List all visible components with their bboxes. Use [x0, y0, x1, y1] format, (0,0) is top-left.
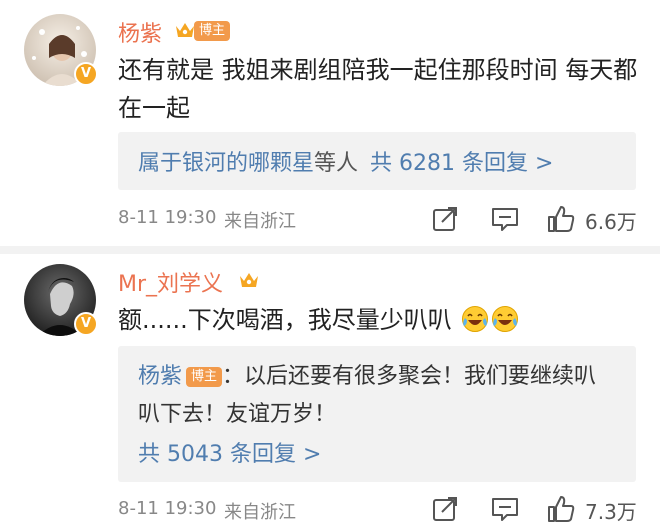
reply-usernames[interactable]: 属于银河的哪颗星 [138, 151, 314, 176]
reply-count-link[interactable]: 共 5043 条回复 > [138, 436, 321, 468]
crown-icon [240, 273, 258, 287]
like-count: 6.6万 [585, 210, 637, 234]
comment-actions: 6.6万 [430, 204, 640, 234]
author-badge: 博主 [194, 21, 231, 41]
comment-item: V Mr_刘学义 额......下次喝酒，我尽量少叭叭 杨紫 博主 ：以后还要有很多… [0, 250, 660, 525]
laugh-cry-emoji [492, 306, 519, 332]
comment-item: V 杨紫 博主 还有就是 我姐来剧组陪我一起住那段时间 每天都在一起 属于银河的… [0, 0, 660, 250]
like-icon[interactable] [546, 494, 576, 524]
share-icon[interactable] [430, 494, 460, 524]
author-badge: 博主 [186, 367, 223, 387]
verified-badge-icon: V [74, 62, 98, 86]
verified-badge-icon: V [74, 312, 98, 336]
reply-count-link[interactable]: 共 6281 条回复 > [370, 151, 553, 176]
comment-text: 还有就是 我姐来剧组陪我一起住那段时间 每天都在一起 [118, 56, 638, 122]
reply-others-label: 等人 [314, 151, 359, 176]
avatar[interactable]: V [24, 264, 98, 336]
reply-preview[interactable]: 属于银河的哪颗星等人共 6281 条回复 > [118, 132, 636, 190]
reply-author[interactable]: 杨紫 [138, 364, 182, 389]
username[interactable]: 杨紫 [118, 16, 162, 48]
comment-text-body: 额......下次喝酒，我尽量少叭叭 [118, 306, 452, 334]
laugh-cry-emoji [462, 306, 489, 332]
share-icon[interactable] [430, 204, 460, 234]
comment-actions: 7.3万 [430, 494, 640, 524]
reply-preview[interactable]: 杨紫 博主 ：以后还要有很多聚会！我们要继续叭叭下去！友谊万岁！ 共 5043 条回… [118, 346, 636, 482]
comment-location: 来自浙江 [224, 211, 296, 232]
comment-text: 额......下次喝酒，我尽量少叭叭 [118, 301, 638, 339]
like-icon[interactable] [546, 204, 576, 234]
comment-date: 8-11 19:30 [118, 207, 217, 228]
like-count: 7.3万 [585, 500, 637, 524]
comment-date: 8-11 19:30 [118, 498, 217, 519]
comment-icon[interactable] [490, 494, 520, 524]
comment-icon[interactable] [490, 204, 520, 234]
avatar[interactable]: V [24, 14, 98, 86]
crown-icon [176, 23, 194, 37]
username[interactable]: Mr_刘学义 [118, 266, 223, 298]
comment-location: 来自浙江 [224, 502, 296, 523]
